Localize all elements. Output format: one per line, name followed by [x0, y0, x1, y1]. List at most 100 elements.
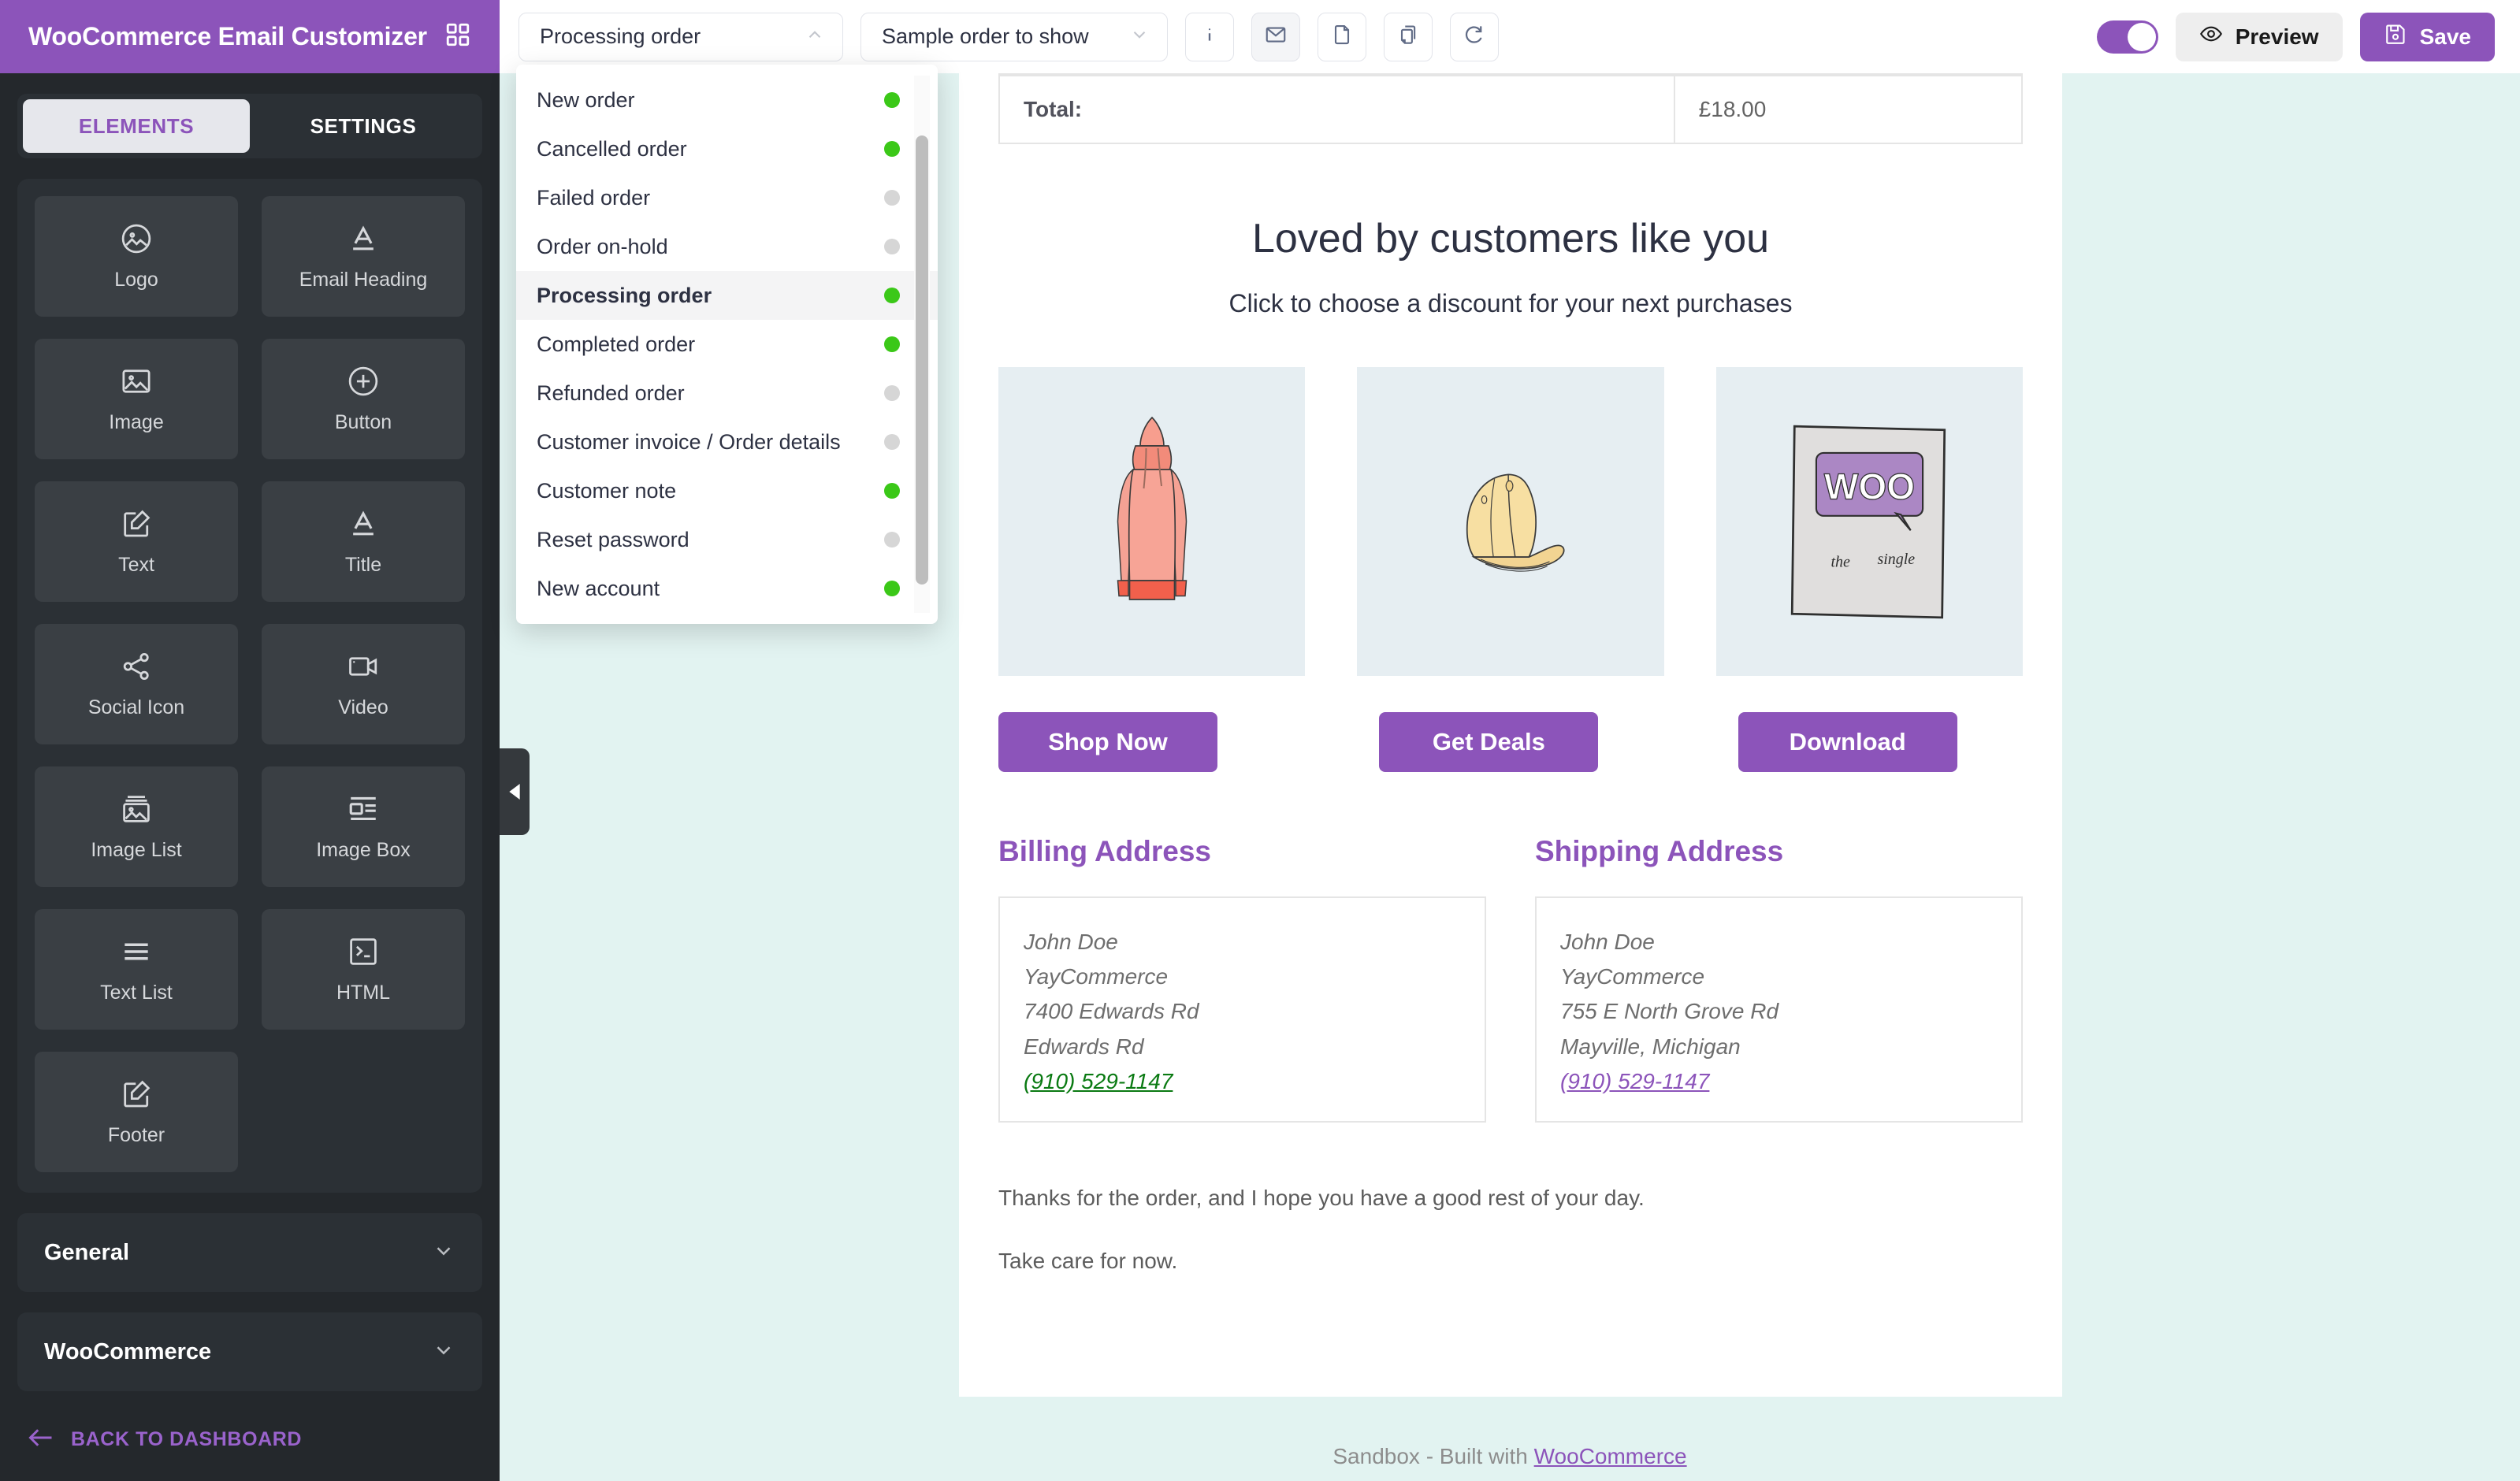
dropdown-item[interactable]: Refunded order — [516, 369, 938, 418]
billing-address-heading: Billing Address — [998, 835, 1212, 867]
tab-settings[interactable]: SETTINGS — [250, 99, 477, 153]
element-email-heading[interactable]: Email Heading — [262, 196, 465, 317]
dropdown-item[interactable]: Customer invoice / Order details — [516, 418, 938, 466]
total-label: Total: — [998, 75, 1675, 144]
product-card: Shop Now — [998, 367, 1306, 772]
grid-layout-icon[interactable] — [444, 21, 471, 52]
element-label: HTML — [336, 982, 391, 1004]
element-label: Title — [344, 554, 382, 576]
top-toolbar: Processing order Sample order to show Pr… — [500, 0, 2520, 73]
element-html[interactable]: HTML — [262, 909, 465, 1030]
address-line: 755 E North Grove Rd — [1560, 999, 1779, 1024]
back-to-dashboard-label: BACK TO DASHBOARD — [71, 1428, 303, 1450]
yellow-cap-illustration — [1466, 473, 1565, 572]
product-image-cap — [1357, 367, 1664, 676]
chevron-down-icon — [432, 1239, 455, 1267]
email-type-value: Processing order — [540, 24, 701, 48]
dropdown-item[interactable]: Processing order — [516, 271, 938, 320]
element-video[interactable]: Video — [262, 624, 465, 744]
email-type-select[interactable]: Processing order — [518, 12, 843, 61]
element-social-icon[interactable]: Social Icon — [35, 624, 238, 744]
shop-now-button[interactable]: Shop Now — [998, 712, 1217, 772]
svg-text:the: the — [1831, 553, 1850, 570]
back-to-dashboard-link[interactable]: BACK TO DASHBOARD — [27, 1427, 302, 1453]
pencil-square-icon — [119, 507, 154, 541]
dropdown-item-label: Cancelled order — [537, 136, 687, 161]
element-footer[interactable]: Footer — [35, 1052, 238, 1172]
element-image-list[interactable]: Image List — [35, 766, 238, 887]
sample-order-select[interactable]: Sample order to show — [860, 12, 1168, 61]
addresses-row: Billing Address John Doe YayCommerce 740… — [998, 835, 2023, 1123]
sidebar-collapse-handle[interactable] — [500, 748, 530, 835]
duplicate-button[interactable] — [1384, 12, 1433, 61]
order-totals-table: Total: £18.00 — [998, 75, 2024, 144]
address-line: Mayville, Michigan — [1560, 1034, 1741, 1059]
dropdown-item[interactable]: New order — [516, 76, 938, 124]
dropdown-scrollbar-thumb[interactable] — [916, 135, 928, 585]
element-button[interactable]: Button — [262, 339, 465, 459]
accordion-general[interactable]: General — [17, 1213, 482, 1292]
dropdown-item-label: New order — [537, 87, 635, 112]
elements-panel: Logo Email Heading Image Button Text Tit… — [17, 179, 482, 1193]
element-label: Image Box — [316, 839, 411, 861]
info-button[interactable] — [1185, 12, 1234, 61]
dropdown-item[interactable]: Failed order — [516, 173, 938, 222]
product-card: Get Deals — [1357, 367, 1664, 772]
element-text-list[interactable]: Text List — [35, 909, 238, 1030]
status-dot-green — [884, 92, 900, 108]
chevron-down-icon — [1129, 24, 1150, 49]
dropdown-item[interactable]: Order on-hold — [516, 222, 938, 271]
shipping-address-box: John Doe YayCommerce 755 E North Grove R… — [1535, 896, 2023, 1123]
promo-title: Loved by customers like you — [1251, 216, 1770, 262]
dropdown-item[interactable]: Completed order — [516, 320, 938, 369]
element-title[interactable]: Title — [262, 481, 465, 602]
email-view-button[interactable] — [1251, 12, 1300, 61]
dropdown-item[interactable]: Cancelled order — [516, 124, 938, 173]
preview-mode-toggle[interactable] — [2096, 20, 2158, 54]
dropdown-item[interactable]: New account — [516, 564, 938, 613]
dropdown-item-label: Customer note — [537, 478, 677, 503]
dropdown-item[interactable]: Reset password — [516, 515, 938, 564]
email-type-dropdown: New order Cancelled order Failed order Orde… — [516, 65, 938, 624]
status-dot-grey — [884, 239, 900, 254]
dropdown-item-label: Reset password — [537, 527, 689, 551]
footer-woocommerce-link[interactable]: WooCommerce — [1534, 1444, 1687, 1468]
sidebar-header: WooCommerce Email Customizer — [0, 0, 500, 73]
billing-address-block: Billing Address John Doe YayCommerce 740… — [998, 835, 1486, 1123]
reset-button[interactable] — [1450, 12, 1499, 61]
dropdown-item-label: Customer invoice / Order details — [537, 429, 841, 454]
billing-phone-link[interactable]: (910) 529-1147 — [1024, 1069, 1173, 1094]
element-label: Social Icon — [87, 696, 185, 718]
address-line: John Doe — [1560, 930, 1655, 954]
accordion-label: General — [44, 1239, 129, 1265]
terminal-icon — [346, 934, 381, 969]
accordion-label: WooCommerce — [44, 1338, 212, 1364]
chevron-left-icon — [509, 784, 520, 800]
svg-text:WOO: WOO — [1824, 466, 1915, 507]
address-line: YayCommerce — [1024, 964, 1169, 989]
preview-label: Preview — [2235, 24, 2319, 49]
accordion-woocommerce[interactable]: WooCommerce — [17, 1312, 482, 1391]
preview-button[interactable]: Preview — [2175, 12, 2343, 61]
file-icon — [1330, 23, 1354, 50]
address-line: John Doe — [1024, 930, 1118, 954]
image-circle-icon — [119, 221, 154, 256]
get-deals-button[interactable]: Get Deals — [1379, 712, 1599, 772]
woo-the-single-album-illustration: WOO the single — [1790, 425, 1946, 618]
shipping-phone-link[interactable]: (910) 529-1147 — [1560, 1069, 1709, 1094]
save-button[interactable]: Save — [2359, 12, 2495, 61]
download-button[interactable]: Download — [1738, 712, 1957, 772]
address-line: YayCommerce — [1560, 964, 1705, 989]
element-label: Email Heading — [299, 269, 428, 291]
element-text[interactable]: Text — [35, 481, 238, 602]
element-image[interactable]: Image — [35, 339, 238, 459]
tab-elements[interactable]: ELEMENTS — [23, 99, 250, 153]
dropdown-item[interactable]: Customer note — [516, 466, 938, 515]
element-image-box[interactable]: Image Box — [262, 766, 465, 887]
status-dot-grey — [884, 385, 900, 401]
status-dot-grey — [884, 434, 900, 450]
plain-text-button[interactable] — [1318, 12, 1366, 61]
plus-circle-icon — [346, 364, 381, 399]
element-logo[interactable]: Logo — [35, 196, 238, 317]
copy-icon — [1396, 23, 1420, 50]
